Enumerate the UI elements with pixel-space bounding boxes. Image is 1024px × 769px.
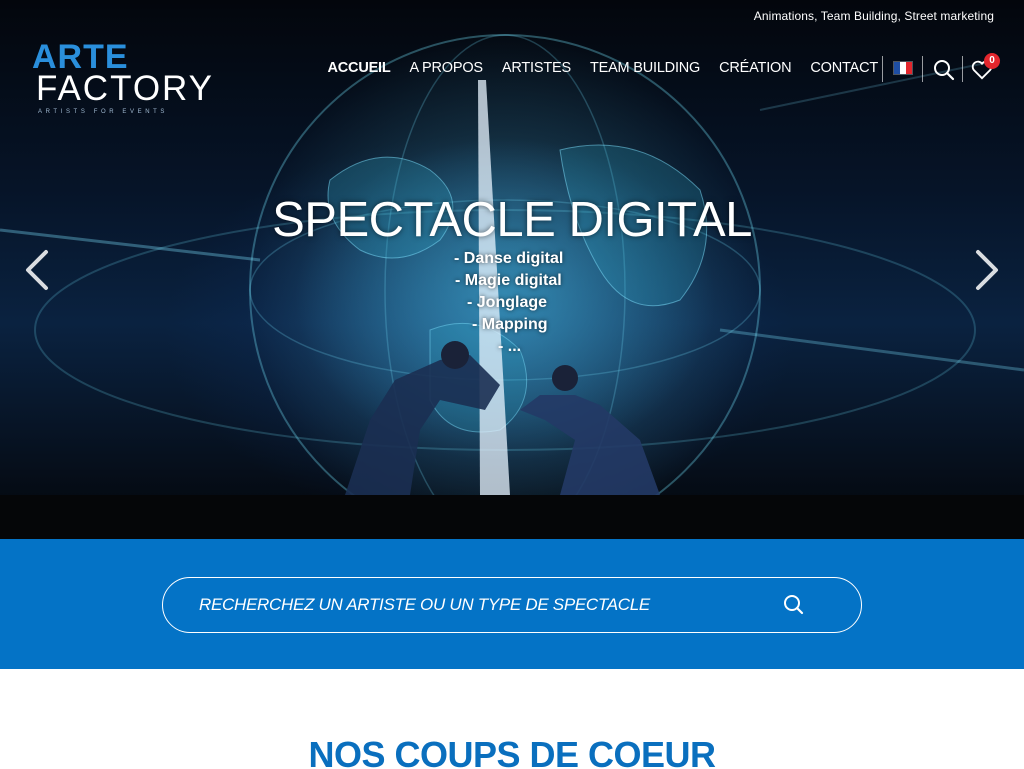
nav-item-accueil[interactable]: ACCUEIL: [318, 60, 400, 76]
slide-list-item: - ...: [498, 338, 522, 355]
search-submit-icon[interactable]: [783, 594, 805, 616]
main-nav: ACCUEIL A PROPOS ARTISTES TEAM BUILDING …: [318, 60, 888, 76]
slide-list: - Danse digital - Magie digital - Jongla…: [450, 248, 590, 358]
artist-search-form: [162, 577, 862, 633]
logo[interactable]: ARTE FACTORY ARTISTS FOR EVENTS: [32, 40, 212, 120]
slide-list-item: - Jonglage: [467, 294, 548, 311]
nav-divider: [962, 56, 963, 82]
nav-item-creation[interactable]: CRÉATION: [710, 60, 801, 76]
logo-factory: FACTORY: [36, 69, 215, 108]
logo-subtitle: ARTISTS FOR EVENTS: [38, 109, 169, 115]
french-flag-icon[interactable]: [893, 61, 913, 75]
slide-list-item: - Magie digital: [455, 272, 562, 289]
slide-list-item: - Danse digital: [454, 250, 564, 267]
nav-item-artistes[interactable]: ARTISTES: [492, 60, 580, 76]
artist-search-input[interactable]: [199, 578, 789, 632]
tagline: Animations, Team Building, Street market…: [753, 9, 994, 23]
favorites-button[interactable]: 0: [971, 53, 1001, 81]
nav-item-contact[interactable]: CONTACT: [801, 60, 888, 76]
nav-divider: [922, 56, 923, 82]
nav-item-a-propos[interactable]: A PROPOS: [400, 60, 492, 76]
search-icon[interactable]: [933, 59, 955, 81]
slide-list-item: - Mapping: [472, 316, 548, 333]
nav-divider: [882, 56, 883, 82]
slide-title: SPECTACLE DIGITAL: [272, 193, 752, 247]
favorites-count-badge: 0: [984, 53, 1000, 69]
slider-next-arrow-icon[interactable]: [972, 248, 1002, 292]
section-title: NOS COUPS DE COEUR: [308, 734, 716, 769]
nav-item-team-building[interactable]: TEAM BUILDING: [580, 60, 709, 76]
hero-bottom-band: [0, 495, 1024, 539]
search-band: [0, 539, 1024, 669]
slider-prev-arrow-icon[interactable]: [22, 248, 52, 292]
